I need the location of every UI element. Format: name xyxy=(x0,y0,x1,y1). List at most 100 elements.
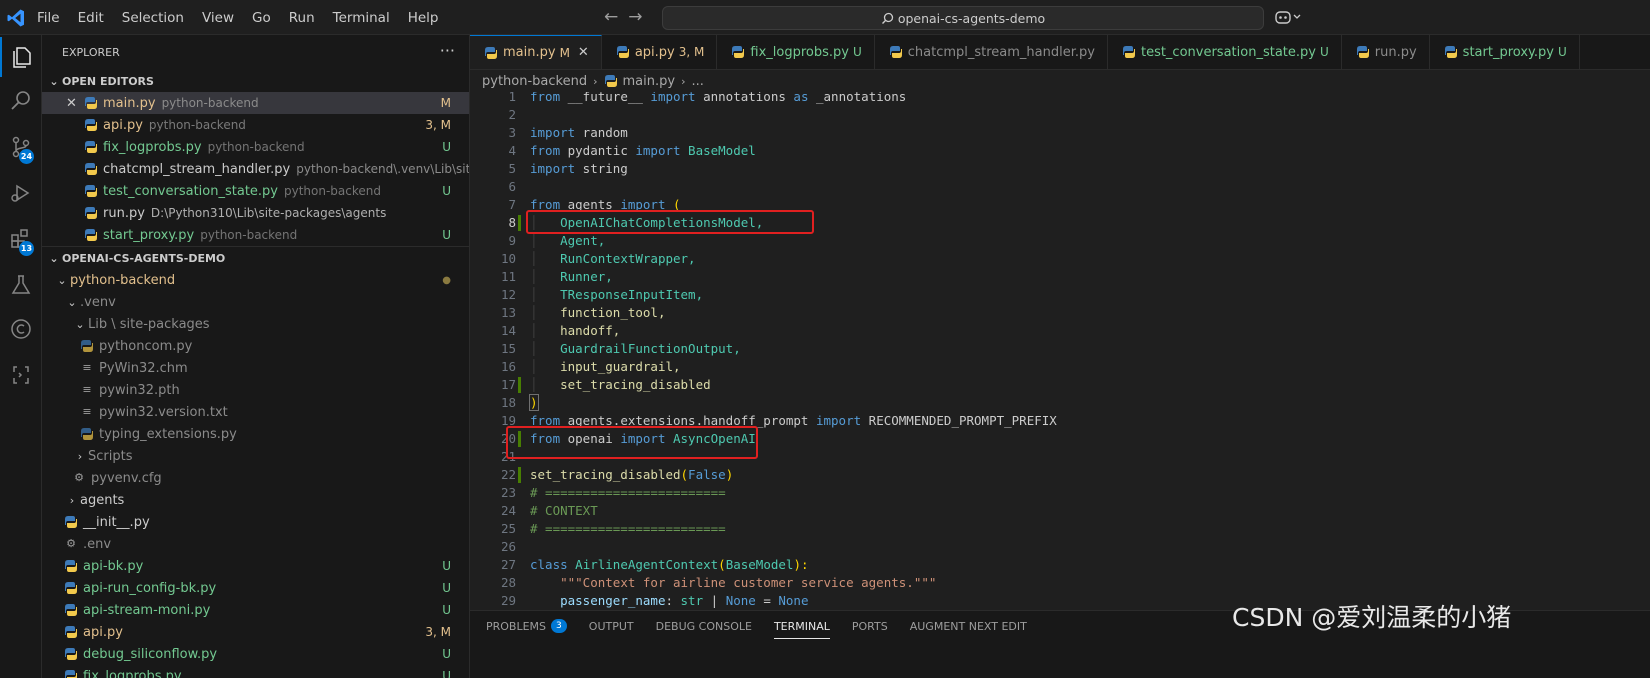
extensions-icon[interactable]: 13 xyxy=(0,219,42,259)
file-lines-icon: ≡ xyxy=(82,361,92,374)
modified-dot: ● xyxy=(442,274,451,286)
tab-problems[interactable]: PROBLEMS 3 xyxy=(486,611,567,641)
python-file-icon xyxy=(80,339,94,353)
tree-folder[interactable]: ⌄ .venv xyxy=(42,291,469,313)
chevron-down-icon: ⌄ xyxy=(57,273,67,287)
chevron-right-icon: › xyxy=(77,449,83,463)
tab-augment-next-edit[interactable]: AUGMENT NEXT EDIT xyxy=(910,611,1027,641)
code-line: 3 import random xyxy=(508,125,628,140)
tree-file[interactable]: api-stream-moni.py U xyxy=(42,599,469,621)
chevron-down-icon: ⌄ xyxy=(49,74,59,88)
code-line: 22 set_tracing_disabled(False) xyxy=(500,467,734,483)
git-status: U xyxy=(442,581,451,595)
tree-file[interactable]: api.py 3, M xyxy=(42,621,469,643)
tree-file[interactable]: fix_logprobs.py U xyxy=(42,665,469,678)
tree-folder[interactable]: › agents xyxy=(42,489,469,511)
close-icon[interactable]: ✕ xyxy=(66,96,84,111)
tree-folder[interactable]: ⌄ python-backend ● xyxy=(42,269,469,291)
menu-selection[interactable]: Selection xyxy=(113,10,193,26)
tree-file[interactable]: ⚙ pyvenv.cfg xyxy=(42,467,469,489)
python-file-icon xyxy=(84,96,98,110)
git-status: U xyxy=(442,228,451,242)
breadcrumb-symbol[interactable]: ... xyxy=(691,74,703,89)
tab-debug-console[interactable]: DEBUG CONSOLE xyxy=(656,611,752,641)
tree-file[interactable]: ≡ PyWin32.chm xyxy=(42,357,469,379)
menu-view[interactable]: View xyxy=(193,10,243,26)
copyright-extension-icon[interactable] xyxy=(0,309,42,349)
close-icon[interactable]: ✕ xyxy=(578,45,589,60)
tab-api-py[interactable]: api.py 3, M xyxy=(602,35,718,69)
open-editor-item[interactable]: ✕ main.py python-backend M xyxy=(42,92,469,114)
vscode-logo-icon[interactable] xyxy=(6,8,26,28)
tab-main-py[interactable]: main.py M ✕ xyxy=(470,35,602,69)
tree-file[interactable]: pythoncom.py xyxy=(42,335,469,357)
tab-start-proxy-py[interactable]: start_proxy.py U xyxy=(1430,35,1580,69)
tree-folder[interactable]: › Scripts xyxy=(42,445,469,467)
menu-terminal[interactable]: Terminal xyxy=(324,10,399,26)
tree-file[interactable]: api-bk.py U xyxy=(42,555,469,577)
chevron-down-icon: ⌄ xyxy=(67,295,77,309)
python-file-icon xyxy=(64,603,78,617)
remote-explorer-icon[interactable] xyxy=(0,355,42,395)
tab-output[interactable]: OUTPUT xyxy=(589,611,634,641)
code-line: 2 xyxy=(508,107,516,122)
menu-file[interactable]: File xyxy=(28,10,69,26)
breadcrumb-file[interactable]: main.py xyxy=(623,74,676,89)
more-actions-icon[interactable]: ··· xyxy=(440,41,455,60)
tab-ports[interactable]: PORTS xyxy=(852,611,888,641)
tree-file[interactable]: ≡ pywin32.version.txt xyxy=(42,401,469,423)
code-line: 24 # CONTEXT xyxy=(500,503,598,518)
code-line: 15 │ GuardrailFunctionOutput, xyxy=(500,341,741,356)
open-editor-item[interactable]: fix_logprobs.py python-backend U xyxy=(42,136,469,158)
open-editor-item[interactable]: chatcmpl_stream_handler.py python-backen… xyxy=(42,158,469,180)
python-file-icon xyxy=(889,45,903,59)
project-header[interactable]: ⌄ OPENAI-CS-AGENTS-DEMO xyxy=(42,246,469,269)
tree-file[interactable]: api-run_config-bk.py U xyxy=(42,577,469,599)
open-editor-item[interactable]: test_conversation_state.py python-backen… xyxy=(42,180,469,202)
menu-run[interactable]: Run xyxy=(280,10,324,26)
menu-go[interactable]: Go xyxy=(243,10,280,26)
chevron-down-icon: ⌄ xyxy=(49,251,59,265)
run-debug-icon[interactable] xyxy=(0,173,42,213)
tab-test-conversation-state-py[interactable]: test_conversation_state.py U xyxy=(1108,35,1342,69)
explorer-sidebar: EXPLORER ··· ⌄ OPEN EDITORS ✕ main.py py… xyxy=(42,35,470,678)
open-editor-item[interactable]: api.py python-backend 3, M xyxy=(42,114,469,136)
code-line: 10 │ RunContextWrapper, xyxy=(500,251,696,266)
tab-chatcmpl-stream-handler-py[interactable]: chatcmpl_stream_handler.py xyxy=(875,35,1108,69)
source-control-icon[interactable]: 24 xyxy=(0,127,42,167)
open-editors-header[interactable]: ⌄ OPEN EDITORS xyxy=(42,70,469,92)
command-center-search[interactable]: openai-cs-agents-demo xyxy=(662,6,1264,30)
python-file-icon xyxy=(484,46,498,60)
problems-badge: 3 xyxy=(551,619,567,633)
forward-arrow-icon[interactable]: → xyxy=(628,7,642,27)
chevron-right-icon: › xyxy=(69,493,75,507)
open-editor-item[interactable]: start_proxy.py python-backend U xyxy=(42,224,469,246)
menu-edit[interactable]: Edit xyxy=(69,10,113,26)
testing-flask-icon[interactable] xyxy=(0,265,42,305)
code-line: 11 │ Runner, xyxy=(500,269,613,284)
copilot-icon[interactable] xyxy=(1275,9,1301,29)
breadcrumb-folder[interactable]: python-backend xyxy=(482,74,587,89)
open-editor-item[interactable]: run.py D:\Python310\Lib\site-packages\ag… xyxy=(42,202,469,224)
tree-file[interactable]: ≡ pywin32.pth xyxy=(42,379,469,401)
tree-file[interactable]: typing_extensions.py xyxy=(42,423,469,445)
tab-fix-logprobs-py[interactable]: fix_logprobs.py U xyxy=(717,35,875,69)
back-arrow-icon[interactable]: ← xyxy=(604,7,618,27)
tree-file[interactable]: __init__.py xyxy=(42,511,469,533)
tree-file[interactable]: debug_siliconflow.py U xyxy=(42,643,469,665)
tree-folder[interactable]: ⌄ Lib \ site-packages xyxy=(42,313,469,335)
highlight-box-asyncopenai xyxy=(506,426,758,459)
title-bar: File Edit Selection View Go Run Terminal… xyxy=(0,0,1650,35)
python-file-icon xyxy=(1122,45,1136,59)
menu-help[interactable]: Help xyxy=(399,10,448,26)
code-editor[interactable]: 1 from __future__ import annotations as _… xyxy=(470,92,1650,610)
explorer-icon[interactable] xyxy=(0,37,42,77)
tree-file[interactable]: ⚙ .env xyxy=(42,533,469,555)
code-line: 16 │ input_guardrail, xyxy=(500,359,681,374)
git-status: U xyxy=(442,140,451,154)
code-line: 13 │ function_tool, xyxy=(500,305,666,320)
tab-terminal[interactable]: TERMINAL xyxy=(773,611,830,641)
search-activity-icon[interactable] xyxy=(0,81,42,121)
tab-run-py[interactable]: run.py xyxy=(1342,35,1430,69)
file-lines-icon: ≡ xyxy=(82,405,92,418)
